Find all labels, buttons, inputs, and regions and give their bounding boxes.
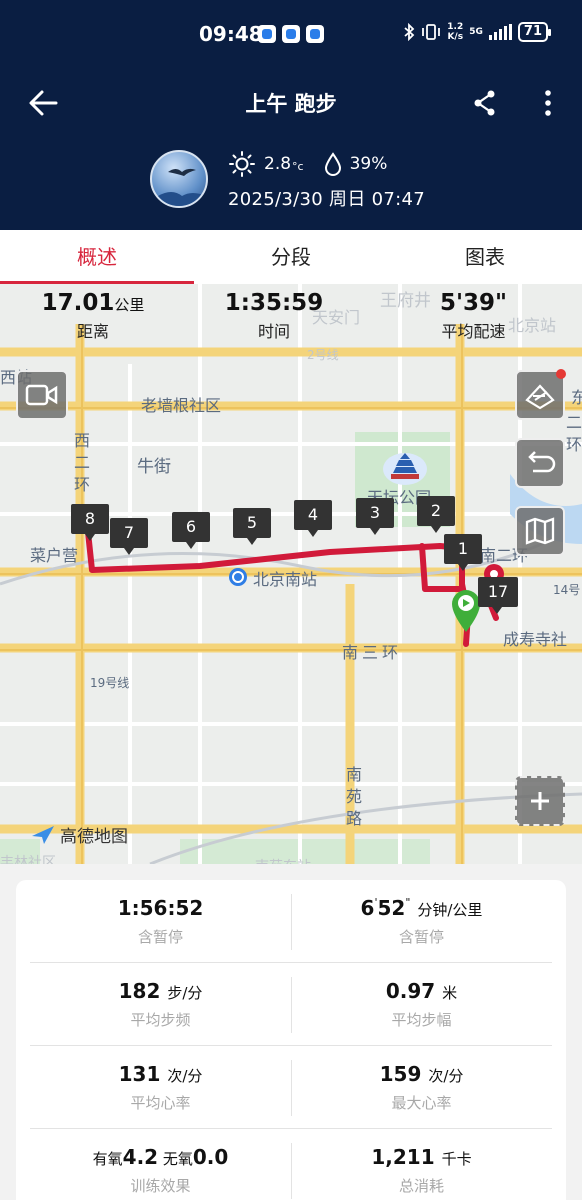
summary-pace: 5'39" 平均配速 (439, 290, 508, 341)
message-notification-icon (282, 25, 300, 43)
km-marker[interactable]: 2 (417, 496, 455, 533)
km-marker[interactable]: 3 (356, 498, 394, 535)
stat-max-heart-rate: 159 次/分 最大心率 (379, 1062, 464, 1112)
map-icon (525, 517, 555, 545)
tab-splits[interactable]: 分段 (194, 230, 388, 284)
stat-cadence: 182 步/分 平均步频 (118, 979, 203, 1029)
km-marker[interactable]: 4 (294, 500, 332, 537)
vibrate-icon (422, 24, 441, 40)
tab-charts[interactable]: 图表 (388, 230, 582, 284)
map-view-button[interactable] (515, 506, 565, 556)
video-icon (25, 384, 58, 406)
battery-icon: 71 (517, 22, 552, 42)
map-style-button[interactable] (515, 369, 566, 420)
map-label: 菜户营 (30, 546, 79, 565)
humidity-icon (324, 152, 341, 176)
summary-distance: 17.01公里 距离 (41, 290, 145, 341)
status-bar: 09:48 1.2 K/s 5G 71 (0, 0, 582, 66)
km-marker[interactable]: 17 (478, 577, 518, 614)
km-marker[interactable]: 1 (444, 534, 482, 571)
stat-total-time: 1:56:52 含暂停 (117, 896, 204, 946)
status-time: 09:48 (199, 22, 263, 46)
humidity: 39% (349, 154, 388, 174)
replay-icon (528, 451, 556, 473)
stats-row: 182 步/分 平均步频 0.97 米 平均步幅 (30, 963, 552, 1046)
plus-icon (531, 792, 549, 810)
summary-bar: 17.01公里 距离 1:35:59 时间 5'39" 平均配速 (0, 284, 582, 346)
stat-calories: 1,211 千卡 总消耗 (371, 1145, 472, 1195)
weather-info: 2.8 °c 39% (228, 150, 387, 178)
amap-logo-icon (32, 825, 54, 844)
stat-total-pace: 6'52" 分钟/公里 含暂停 (360, 896, 483, 946)
temperature-unit: °c (292, 160, 304, 173)
header: 09:48 1.2 K/s 5G 71 上午 跑步 2.8 °c 39% 2025… (0, 0, 582, 230)
activity-datetime: 2025/3/30 周日 07:47 (228, 189, 426, 210)
status-right: 1.2 K/s 5G 71 (403, 22, 552, 42)
map-label: 成寿寺社 (503, 630, 568, 649)
stat-stride: 0.97 米 平均步幅 (385, 979, 458, 1029)
map-layers-icon (525, 384, 555, 410)
bluetooth-icon (404, 23, 415, 41)
map-label: 丰林社区 (0, 855, 56, 864)
sync-notification-icon (306, 25, 324, 43)
map-label: 2号线 (307, 348, 339, 362)
stats-card: 1:56:52 含暂停 6'52" 分钟/公里 含暂停 182 步/分 平均步频… (16, 880, 566, 1200)
net-speed: 1.2 K/s (447, 22, 464, 42)
summary-time: 1:35:59 时间 (224, 290, 324, 341)
stats-row: 1:56:52 含暂停 6'52" 分钟/公里 含暂停 (30, 880, 552, 963)
notification-dot (556, 369, 566, 379)
temple-of-heaven-icon (383, 453, 427, 485)
replay-button[interactable] (515, 438, 565, 488)
map-label: 东 (571, 388, 582, 407)
map-label: 南苑东站 (255, 856, 311, 864)
avatar[interactable] (150, 150, 208, 208)
app-notification-icon (258, 25, 276, 43)
km-marker[interactable]: 6 (172, 512, 210, 549)
share-icon[interactable] (470, 88, 500, 118)
sun-icon (229, 151, 255, 177)
stats-row: 有氧4.2 无氧0.0 训练效果 1,211 千卡 总消耗 (30, 1129, 552, 1200)
km-marker[interactable]: 5 (233, 508, 271, 545)
zoom-in-button[interactable] (515, 776, 565, 826)
map-label: 19号线 (90, 676, 130, 690)
tab-bar: 概述 分段 图表 (0, 230, 582, 284)
signal-icon (488, 24, 512, 40)
map-label: 牛街 (137, 457, 171, 477)
km-marker[interactable]: 7 (110, 518, 148, 555)
temperature: 2.8 (264, 154, 292, 174)
map-label: 西二环 (73, 431, 90, 494)
km-marker[interactable]: 8 (71, 504, 109, 541)
network-type: 5G (469, 27, 483, 37)
map-provider-logo: 高德地图 (30, 822, 128, 847)
bird-image (158, 168, 206, 206)
map-label: 老墙根社区 (141, 396, 222, 415)
more-options-icon[interactable] (538, 88, 558, 118)
map-label: 南苑路 (345, 765, 362, 828)
map-label: 二环 (566, 413, 582, 454)
stat-training-effect: 有氧4.2 无氧0.0 训练效果 (92, 1145, 229, 1195)
tab-overview[interactable]: 概述 (0, 230, 194, 284)
map-label: 14号 (553, 583, 581, 597)
stats-row: 131 次/分 平均心率 159 次/分 最大心率 (30, 1046, 552, 1129)
video-button[interactable] (16, 370, 68, 420)
map-label: 北京南站 (253, 570, 318, 589)
stat-avg-heart-rate: 131 次/分 平均心率 (118, 1062, 203, 1112)
map-label: 南三环 (342, 643, 403, 662)
route-map[interactable]: 王府井 天安门 北京站 2号线 西站 老墙根社区 东 二环 西二环 牛街 天坛公… (0, 284, 582, 864)
